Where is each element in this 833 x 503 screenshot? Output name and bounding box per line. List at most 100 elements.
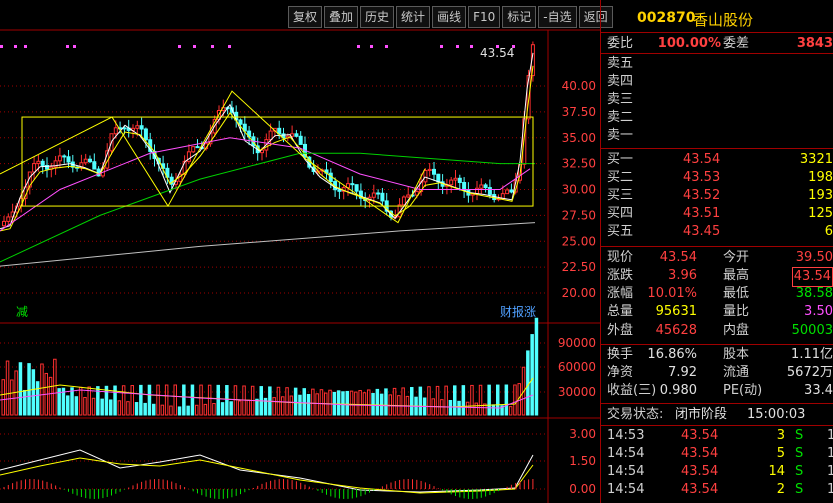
candle-body <box>88 158 92 163</box>
order-ratio-label: 委比 <box>607 36 634 51</box>
turnover-label: 换手 <box>607 347 634 362</box>
volume-bar <box>182 384 186 416</box>
volume-tick-label: 30000 <box>558 385 596 399</box>
bid-label: 买三 <box>607 188 634 203</box>
volume-bar <box>225 385 229 416</box>
volume-bar <box>504 384 509 416</box>
candle-body <box>36 160 41 165</box>
bid-row[interactable]: 买四 43.51 125 <box>601 205 833 223</box>
volume-bar <box>341 391 345 416</box>
candle-body <box>505 189 510 195</box>
volume-bar <box>478 384 483 416</box>
trade-volume: 14 <box>768 464 785 479</box>
bid-price: 43.54 <box>683 152 721 167</box>
marker-right: 财报涨 <box>500 304 536 319</box>
share-capital-label: 股本 <box>723 347 750 362</box>
ask-label: 卖五 <box>607 56 634 71</box>
open-value: 39.50 <box>795 250 833 265</box>
mark-button[interactable]: 标记 <box>502 6 537 28</box>
candle-body <box>436 173 441 183</box>
trade-count: 1 <box>827 428 833 443</box>
volume-bar <box>302 388 306 416</box>
volume-bar <box>190 384 195 416</box>
quote-row: 现价 43.54 今开 39.50 <box>601 249 833 267</box>
price-tick-label: 40.00 <box>562 79 596 93</box>
signal-dot <box>228 45 231 48</box>
volume-bar <box>255 398 259 416</box>
bid-row[interactable]: 买三 43.52 193 <box>601 187 833 205</box>
pe-label: PE(动) <box>723 383 763 398</box>
bid-price: 43.45 <box>683 224 721 239</box>
candle-body <box>2 220 6 227</box>
trade-status-label: 交易状态: <box>607 407 664 422</box>
ask-row[interactable]: 卖一 <box>601 127 833 145</box>
volume-bar <box>121 385 126 416</box>
divider <box>601 53 833 54</box>
volume-bar <box>1 379 5 416</box>
inner-value: 50003 <box>791 323 833 338</box>
candle-body <box>350 183 355 186</box>
bid-volume: 125 <box>808 206 833 221</box>
bid-row[interactable]: 买一 43.54 3321 <box>601 151 833 169</box>
volume-bar <box>10 379 14 416</box>
price-value: 43.54 <box>659 250 697 265</box>
volume-bar <box>35 381 40 416</box>
candle-body <box>453 177 458 181</box>
history-button[interactable]: 历史 <box>360 6 395 28</box>
volume-bar <box>177 406 182 416</box>
candle-body <box>92 161 97 170</box>
remove-watchlist-button[interactable]: -自选 <box>538 6 577 28</box>
eps-value: 0.980 <box>659 383 697 398</box>
stock-name: 香山股份 <box>693 11 754 29</box>
bid-row[interactable]: 买五 43.45 6 <box>601 223 833 241</box>
stock-code: 002870 <box>637 10 696 26</box>
volume-bar <box>272 397 276 416</box>
pct-value: 10.01% <box>647 286 697 301</box>
pct-label: 涨幅 <box>607 286 634 301</box>
volume-bar <box>143 402 147 416</box>
draw-line-button[interactable]: 画线 <box>432 6 467 28</box>
trade-price: 43.54 <box>681 446 719 461</box>
candle-body <box>195 146 200 149</box>
ask-row[interactable]: 卖二 <box>601 109 833 127</box>
chart-toolbar: 复权 叠加 历史 统计 画线 F10 标记 -自选 返回 <box>288 6 615 28</box>
ask-row[interactable]: 卖四 <box>601 73 833 91</box>
bid-row[interactable]: 买二 43.53 198 <box>601 169 833 187</box>
candle-body <box>62 155 67 158</box>
volume-bar <box>83 396 87 416</box>
signal-dot <box>370 45 373 48</box>
overlay-button[interactable]: 叠加 <box>324 6 359 28</box>
candle-body <box>401 196 406 206</box>
ask-row[interactable]: 卖五 <box>601 55 833 73</box>
trade-row[interactable]: 14:54 43.54 2 S 1 <box>601 481 833 499</box>
ask-row[interactable]: 卖三 <box>601 91 833 109</box>
volume-bar <box>186 405 190 416</box>
signal-dot <box>24 45 27 48</box>
trade-row[interactable]: 14:54 43.54 5 S 1 <box>601 445 833 463</box>
volume-bar <box>220 402 225 416</box>
volume-bar <box>461 385 466 416</box>
trade-row[interactable]: 14:53 43.54 3 S 1 <box>601 427 833 445</box>
fuquan-button[interactable]: 复权 <box>288 6 323 28</box>
volume-tick-label: 90000 <box>558 336 596 350</box>
trade-row[interactable]: 14:54 43.54 14 S 1 <box>601 463 833 481</box>
f10-button[interactable]: F10 <box>468 6 501 28</box>
volume-bar <box>238 400 242 416</box>
volume-bar <box>534 317 539 416</box>
volume-bar <box>371 392 375 416</box>
order-ratio-value: 100.00% <box>657 36 721 51</box>
statistics-button[interactable]: 统计 <box>396 6 431 28</box>
moving-average-lines <box>0 52 536 267</box>
volume-bar <box>315 393 319 416</box>
kline-chart[interactable]: 40.00 37.50 35.00 32.50 30.00 27.50 25.00 22.50… <box>0 0 600 503</box>
volume-bar <box>152 403 156 416</box>
candle-body <box>427 168 432 172</box>
ask-label: 卖四 <box>607 74 634 89</box>
price-tick-label: 32.50 <box>562 157 596 171</box>
volume-bar <box>392 387 397 416</box>
candle-body <box>423 170 428 183</box>
trade-count: 1 <box>827 464 833 479</box>
low-label: 最低 <box>723 286 750 301</box>
volume-bar <box>78 386 83 416</box>
trade-price: 43.54 <box>681 428 719 443</box>
